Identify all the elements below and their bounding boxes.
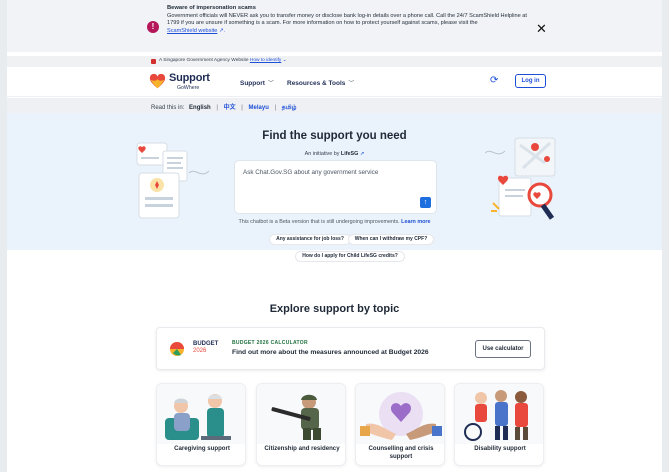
site-header: Support GoWhere Support ﹀ Resources & Too…: [7, 67, 662, 97]
scam-banner-title: Beware of impersonation scams: [167, 5, 256, 11]
topic-label: Counselling and crisis support: [368, 445, 434, 460]
beta-notice: This chatbot is a Beta version that is s…: [7, 219, 662, 225]
topic-card-disability[interactable]: Disability support: [454, 383, 544, 466]
scam-banner-text: Beware of impersonation scams Government…: [167, 5, 532, 35]
budget-logo-text: BUDGET: [193, 341, 219, 347]
login-button[interactable]: Log in: [515, 74, 546, 88]
nav-resources-tools[interactable]: Resources & Tools ﹀: [287, 78, 354, 87]
heart-logo-icon[interactable]: [149, 73, 166, 90]
hero-title: Find the support you need: [262, 130, 407, 142]
language-malay[interactable]: Melayu: [249, 105, 269, 111]
topic-card-counselling[interactable]: Counselling and crisis support: [355, 383, 445, 466]
budget-logo-year: 2026: [193, 348, 207, 354]
external-link-icon: ↗: [359, 151, 365, 157]
budget-description: Find out more about the measures announc…: [232, 349, 429, 356]
citizenship-illustration: [257, 384, 345, 444]
refresh-icon[interactable]: ⟳: [490, 76, 498, 86]
language-divider: |: [274, 105, 277, 111]
external-link-icon: ↗.: [218, 27, 226, 34]
caregiving-illustration: [157, 384, 245, 444]
nav-support-label: Support: [240, 80, 265, 87]
counselling-illustration: [356, 384, 444, 444]
logo-title[interactable]: Support: [169, 72, 210, 84]
send-arrow-icon[interactable]: ↑: [420, 197, 431, 208]
explore-title: Explore support by topic: [269, 303, 400, 315]
lifesg-link[interactable]: LifeSG: [341, 151, 358, 157]
use-calculator-button[interactable]: Use calculator: [475, 340, 531, 358]
how-to-identify-link[interactable]: How to identify: [250, 58, 281, 63]
language-divider: |: [216, 105, 218, 111]
hero-subtitle: An initiative by LifeSG ↗: [7, 151, 662, 157]
budget-calculator-card[interactable]: BUDGET 2026 BUDGET 2026 CALCULATOR Find …: [156, 327, 545, 370]
map-search-illustration: [485, 137, 556, 220]
hero-subtitle-prefix: An initiative by: [304, 151, 340, 157]
topic-card-caregiving[interactable]: Caregiving support: [156, 383, 246, 466]
suggestion-chip[interactable]: How do I apply for Child LifeSG credits?: [295, 251, 405, 262]
gov-masthead: A Singapore Government Agency Website Ho…: [7, 56, 662, 67]
nav-resources-label: Resources & Tools: [287, 80, 346, 87]
suggestion-chip[interactable]: Any assistance for job loss?: [269, 234, 351, 245]
topic-label: Citizenship and residency: [264, 445, 340, 452]
chat-placeholder: Ask Chat.Gov.SG about any government ser…: [243, 169, 379, 176]
language-tamil[interactable]: தமிழ்: [282, 105, 297, 111]
page-frame: ! Beware of impersonation scams Governme…: [7, 0, 662, 472]
disability-illustration: [455, 384, 543, 444]
chevron-down-icon: ⌄: [282, 58, 287, 63]
language-bar: Read this in: English | 中文 | Melayu | தம…: [7, 98, 662, 113]
close-icon[interactable]: ✕: [536, 22, 547, 35]
nav-support[interactable]: Support ﹀: [240, 78, 274, 87]
topic-label: Disability support: [474, 445, 526, 452]
scamshield-link[interactable]: ScamShield website: [167, 28, 217, 34]
topic-card-citizenship[interactable]: Citizenship and residency: [256, 383, 346, 466]
learn-more-link[interactable]: Learn more: [401, 219, 430, 225]
language-prefix: Read this in:: [151, 105, 185, 111]
scam-banner: ! Beware of impersonation scams Governme…: [7, 0, 662, 52]
alert-icon: !: [147, 21, 159, 33]
scam-banner-line1: Government officials will NEVER ask you …: [167, 12, 499, 19]
logo-subtitle: GoWhere: [177, 85, 200, 91]
language-divider: |: [241, 105, 243, 111]
budget-logo-icon: [170, 342, 184, 356]
chat-input[interactable]: Ask Chat.Gov.SG about any government ser…: [234, 160, 437, 214]
singapore-lion-icon: [151, 59, 156, 64]
chevron-down-icon: ﹀: [267, 81, 274, 87]
suggestion-chip[interactable]: When can I withdraw my CPF?: [348, 234, 434, 245]
chevron-down-icon: ﹀: [348, 81, 355, 87]
language-chinese[interactable]: 中文: [224, 105, 236, 111]
documents-illustration: [136, 142, 210, 219]
budget-tag: BUDGET 2026 CALCULATOR: [232, 340, 308, 346]
topic-label: Caregiving support: [174, 445, 230, 452]
gov-masthead-text: A Singapore Government Agency Website: [159, 58, 249, 63]
beta-text: This chatbot is a Beta version that is s…: [238, 219, 400, 225]
hero-section: Find the support you need An initiative …: [7, 113, 662, 250]
language-english[interactable]: English: [189, 105, 211, 111]
